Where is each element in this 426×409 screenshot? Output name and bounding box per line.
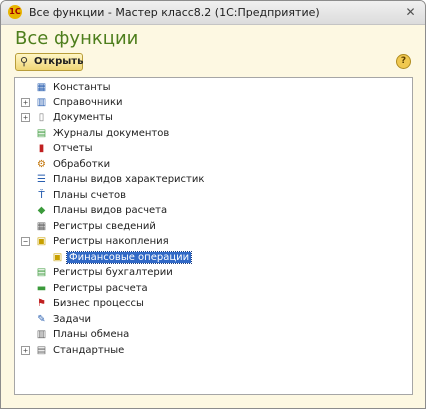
tree-item-documents[interactable]: + ▯ Документы [15, 111, 412, 126]
tree-item-calculation-types[interactable]: ◆ Планы видов расчета [15, 204, 412, 219]
app-logo-icon: 1C [8, 5, 22, 19]
tasks-icon: ✎ [37, 314, 46, 325]
tree-item-label: Регистры накопления [53, 236, 169, 247]
window-title: Все функции - Мастер класс8.2 (1С:Предпр… [29, 6, 320, 19]
standard-icon: ▤ [36, 345, 47, 356]
tree-item-accumulation-registers[interactable]: − ▣ Регистры накопления [15, 235, 412, 250]
open-button[interactable]: ⚲ Открыть [15, 53, 83, 71]
tree-item-exchange-plans[interactable]: ▥ Планы обмена [15, 328, 412, 343]
help-button[interactable]: ? [396, 54, 411, 69]
accounting-registers-icon: ▤ [36, 267, 47, 278]
expand-icon[interactable]: + [21, 98, 30, 107]
tree-item-chart-of-accounts[interactable]: Ť Планы счетов [15, 189, 412, 204]
documents-icon: ▯ [38, 112, 45, 123]
tree-item-characteristic-types[interactable]: ☰ Планы видов характеристик [15, 173, 412, 188]
tree-item-label: Стандартные [53, 345, 125, 356]
constants-icon: ▦ [36, 82, 47, 93]
functions-tree[interactable]: ▦ Константы + ▥ Справочники + ▯ Документ… [14, 77, 413, 395]
tree-item-standard[interactable]: + ▤ Стандартные [15, 344, 412, 359]
tree-item-calculation-registers[interactable]: ▬ Регистры расчета [15, 282, 412, 297]
reports-icon: ▮ [38, 143, 45, 154]
page-title: Все функции [15, 28, 139, 49]
tree-item-label: Задачи [53, 314, 91, 325]
tree-item-label: Финансовые операции [65, 251, 193, 264]
accumulation-registers-icon: ▣ [36, 236, 47, 247]
tree-item-document-journals[interactable]: ▤ Журналы документов [15, 127, 412, 142]
tree-item-label: Журналы документов [53, 128, 170, 139]
tree-item-constants[interactable]: ▦ Константы [15, 81, 412, 96]
close-button[interactable]: ✕ [402, 4, 419, 20]
expand-icon[interactable]: + [21, 113, 30, 122]
business-processes-icon: ⚑ [37, 298, 46, 309]
tree-item-label: Регистры расчета [53, 283, 148, 294]
tree-item-label: Регистры бухгалтерии [53, 267, 173, 278]
all-functions-window: 1C Все функции - Мастер класс8.2 (1С:Пре… [0, 0, 426, 409]
information-registers-icon: ▦ [36, 221, 47, 232]
tree-item-information-registers[interactable]: ▦ Регистры сведений [15, 220, 412, 235]
characteristic-types-icon: ☰ [37, 174, 46, 185]
open-button-label: Открыть [34, 56, 84, 67]
accumulation-register-icon: ▣ [52, 252, 63, 263]
tree-item-label: Справочники [53, 97, 123, 108]
tree-item-label: Документы [53, 112, 113, 123]
tree-item-label: Обработки [53, 159, 111, 170]
processing-icon: ⚙ [37, 159, 46, 170]
tree-item-business-processes[interactable]: ⚑ Бизнес процессы [15, 297, 412, 312]
tree-item-label: Планы видов характеристик [53, 174, 205, 185]
tree-item-label: Бизнес процессы [53, 298, 144, 309]
tree-item-reports[interactable]: ▮ Отчеты [15, 142, 412, 157]
expand-icon[interactable]: + [21, 346, 30, 355]
tree-item-accounting-registers[interactable]: ▤ Регистры бухгалтерии [15, 266, 412, 281]
calculation-types-icon: ◆ [37, 205, 46, 216]
search-icon: ⚲ [20, 55, 29, 68]
collapse-icon[interactable]: − [21, 237, 30, 246]
calculation-registers-icon: ▬ [36, 283, 47, 294]
chart-of-accounts-icon: Ť [38, 190, 45, 201]
tree-item-label: Регистры сведений [53, 221, 156, 232]
tree-item-label: Отчеты [53, 143, 93, 154]
title-bar[interactable]: 1C Все функции - Мастер класс8.2 (1С:Пре… [1, 1, 425, 25]
tree-item-financial-operations[interactable]: ▣ Финансовые операции [15, 251, 412, 266]
tree-item-label: Константы [53, 82, 111, 93]
catalogs-icon: ▥ [36, 97, 47, 108]
tree-item-label: Планы видов расчета [53, 205, 168, 216]
exchange-plans-icon: ▥ [36, 329, 47, 340]
tree-item-tasks[interactable]: ✎ Задачи [15, 313, 412, 328]
tree-item-catalogs[interactable]: + ▥ Справочники [15, 96, 412, 111]
tree-item-processing[interactable]: ⚙ Обработки [15, 158, 412, 173]
tree-item-label: Планы обмена [53, 329, 130, 340]
document-journals-icon: ▤ [36, 128, 47, 139]
tree-item-label: Планы счетов [53, 190, 127, 201]
